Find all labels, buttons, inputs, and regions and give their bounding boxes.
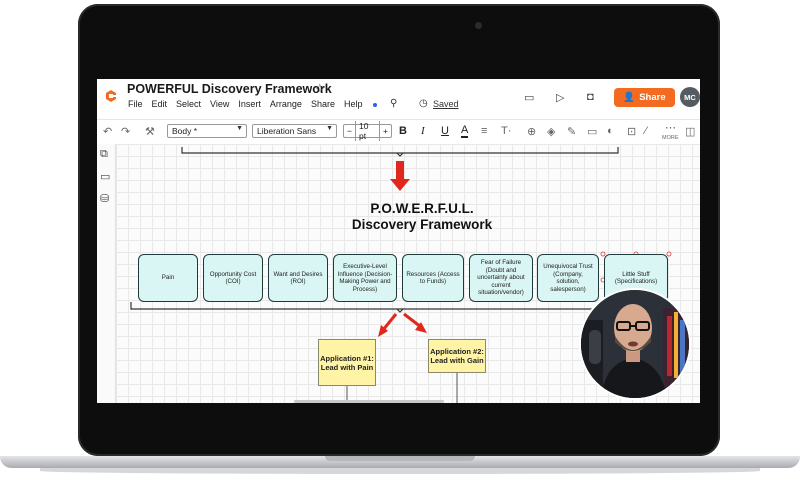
laptop-camera [475, 22, 482, 29]
red-down-arrow [390, 161, 410, 191]
menu-file[interactable]: File [128, 99, 143, 113]
redo-icon[interactable]: ↷ [121, 125, 130, 138]
arrow-left-shaft [381, 313, 398, 331]
pages-icon[interactable]: ▭ [100, 170, 110, 183]
align-icon[interactable]: ≡ [481, 125, 487, 137]
font-size-increase[interactable]: + [380, 126, 391, 136]
saved-status[interactable]: Saved [433, 99, 459, 109]
present-icon[interactable]: ▷ [556, 91, 564, 104]
lock-icon[interactable]: ⊡ [627, 125, 636, 138]
menu-share[interactable]: Share [311, 99, 335, 113]
panel-toggle-icon[interactable]: ◫ [685, 125, 695, 138]
stage-pain[interactable]: Pain [138, 254, 198, 302]
magic-wand-icon[interactable]: ⁄ [645, 125, 647, 137]
clock-icon: ◷ [419, 98, 428, 109]
left-sidebar: ⧉ ▭ ⛁ [97, 144, 116, 403]
undo-icon[interactable]: ↶ [103, 125, 112, 138]
font-size-value[interactable]: 10 pt [354, 121, 381, 141]
menu-arrange[interactable]: Arrange [270, 99, 302, 113]
webcam-overlay [579, 288, 691, 400]
framework-title-line1: P.O.W.E.R.F.U.L. [370, 201, 474, 216]
text-style-value: Body * [172, 126, 198, 136]
top-bracket [181, 147, 619, 154]
laptop-notch [325, 456, 475, 461]
share-button-label: Share [639, 92, 666, 103]
font-family-value: Liberation Sans [257, 126, 317, 136]
text-style-select[interactable]: Body * ▼ [167, 124, 247, 138]
menu-bar: File Edit Select View Insert Arrange Sha… [128, 99, 363, 113]
more-label[interactable]: MORE [662, 135, 679, 141]
menu-select[interactable]: Select [176, 99, 201, 113]
chevron-down-icon: ▼ [236, 125, 243, 132]
text-options-icon[interactable]: T· [501, 125, 511, 137]
stage-want-and-desires[interactable]: Want and Desires (ROI) [268, 254, 328, 302]
shapes-icon[interactable]: ⧉ [100, 148, 108, 161]
italic-button[interactable]: I [421, 125, 425, 137]
stage-opportunity-cost[interactable]: Opportunity Cost (COI) [203, 254, 263, 302]
document-title[interactable]: POWERFUL Discovery Framework [127, 82, 332, 96]
bold-button[interactable]: B [399, 125, 407, 137]
line-color-icon[interactable]: ✎ [567, 125, 576, 138]
chevron-down-icon: ▼ [326, 125, 333, 132]
bottom-bracket [130, 302, 665, 310]
star-icon[interactable]: ☆ [314, 81, 326, 97]
menu-insert[interactable]: Insert [238, 99, 261, 113]
format-painter-icon[interactable]: ⚒ [145, 125, 155, 138]
stage-executive-influence[interactable]: Executive-Level Influence (Decision-Maki… [333, 254, 397, 302]
line-style-icon[interactable]: ▭ [587, 125, 597, 138]
title-bar: POWERFUL Discovery Framework ☆ File Edit… [97, 79, 700, 119]
laptop-shadow [40, 468, 760, 474]
stage-unequivocal-trust[interactable]: Unequivocal Trust (Company, solution, sa… [537, 254, 599, 302]
format-toolbar: ↶ ↷ ⚒ Body * ▼ Liberation Sans ▼ − 10 pt… [97, 119, 700, 145]
application-2-box[interactable]: Application #2: Lead with Gain [428, 339, 486, 373]
font-size-decrease[interactable]: − [344, 126, 355, 136]
menu-help[interactable]: Help [344, 99, 363, 113]
avatar[interactable]: MC [680, 87, 700, 107]
more-icon[interactable]: ⋯ [665, 121, 676, 134]
menu-view[interactable]: View [210, 99, 229, 113]
menu-edit[interactable]: Edit [152, 99, 168, 113]
shape-options-icon[interactable]: ⊕ [527, 125, 536, 138]
horizontal-scrollbar[interactable] [294, 400, 444, 403]
arrow-right-shaft [403, 312, 422, 329]
presenter-video [581, 290, 689, 398]
binoculars-icon[interactable]: ⚲ [390, 98, 397, 109]
comment-icon[interactable]: ▭ [524, 91, 534, 104]
text-color-button[interactable]: A [461, 125, 469, 138]
font-size-stepper[interactable]: − 10 pt + [343, 121, 392, 141]
stage-fear-of-failure[interactable]: Fear of Failure (Doubt and uncertainty a… [469, 254, 533, 302]
app-logo-icon [106, 90, 116, 102]
underline-button[interactable]: U [441, 125, 449, 137]
opacity-icon[interactable]: ◐ [607, 125, 614, 137]
framework-title[interactable]: P.O.W.E.R.F.U.L. Discovery Framework [306, 201, 538, 233]
fill-color-icon[interactable]: ◈ [547, 125, 555, 138]
help-notification-dot [373, 103, 377, 107]
video-call-icon[interactable]: ◘ [587, 91, 594, 103]
share-person-icon: 👤 [623, 92, 636, 103]
app-window: POWERFUL Discovery Framework ☆ File Edit… [97, 79, 700, 403]
stage-resources[interactable]: Resources (Access to Funds) [402, 254, 464, 302]
framework-title-line2: Discovery Framework [351, 217, 493, 232]
share-button[interactable]: 👤 Share [614, 88, 675, 107]
application-1-box[interactable]: Application #1: Lead with Pain [318, 339, 376, 386]
selection-handle[interactable] [666, 251, 672, 257]
font-family-select[interactable]: Liberation Sans ▼ [252, 124, 337, 138]
data-icon[interactable]: ⛁ [100, 192, 109, 205]
